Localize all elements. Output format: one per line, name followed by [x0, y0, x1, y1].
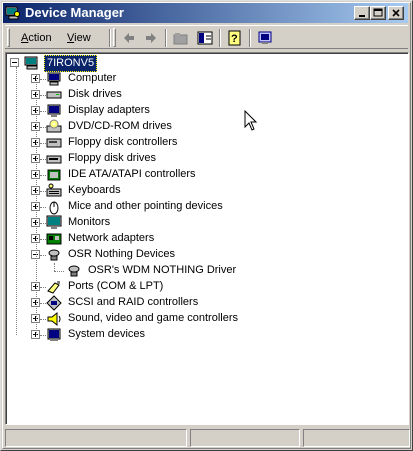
tree-category-10[interactable]: Network adapters	[46, 231, 404, 247]
tree-category-2[interactable]: Display adapters	[46, 103, 404, 119]
back-arrow-icon	[124, 33, 134, 43]
monitor-icon	[46, 215, 62, 229]
tree-node-label: Computer	[68, 72, 117, 84]
tree-category-0[interactable]: Computer	[46, 71, 404, 87]
toolbar-separator	[109, 29, 111, 47]
tree-connector-line	[54, 271, 64, 272]
console-tree-icon	[197, 31, 213, 45]
help-icon: ?	[228, 30, 241, 46]
tree-node-label: OSR's WDM NOTHING Driver	[88, 264, 237, 276]
computer-icon	[47, 72, 61, 86]
device-tree[interactable]: 7IRONV5 Computer Disk drives Display adapte…	[5, 52, 409, 425]
tree-node-label: Sound, video and game controllers	[68, 312, 238, 324]
tree-connector-line	[16, 67, 17, 335]
properties-icon	[258, 31, 272, 44]
cdrom-icon	[46, 119, 62, 133]
tree-node-label: Disk drives	[68, 88, 122, 100]
close-button[interactable]	[388, 6, 404, 20]
tree-node-label: Monitors	[68, 216, 111, 228]
status-pane	[190, 429, 300, 447]
tree-category-12[interactable]: Ports (COM & LPT)	[46, 279, 404, 295]
tree-node-label: OSR Nothing Devices	[68, 248, 175, 260]
minimize-button[interactable]	[354, 6, 370, 20]
up-folder-button[interactable]	[171, 29, 191, 47]
display-adapter-icon	[47, 104, 61, 117]
tree-category-8[interactable]: Mice and other pointing devices	[46, 199, 404, 215]
window-title: Device Manager	[25, 5, 124, 20]
tree-node-label: Floppy disk controllers	[68, 136, 178, 148]
tree-category-7[interactable]: Keyboards	[46, 183, 404, 199]
tree-category-3[interactable]: DVD/CD-ROM drives	[46, 119, 404, 135]
collapse-toggle[interactable]	[10, 58, 19, 67]
minimize-icon	[359, 15, 365, 17]
tree-node-label: Mice and other pointing devices	[68, 200, 223, 212]
maximize-icon	[373, 8, 383, 17]
tree-node-label: Network adapters	[68, 232, 155, 244]
root-computer-icon	[24, 56, 38, 70]
status-pane	[5, 429, 187, 447]
tree-category-4[interactable]: Floppy disk controllers	[46, 135, 404, 151]
sound-icon	[47, 311, 61, 327]
osr-device-icon	[68, 265, 80, 277]
device-manager-window: Device Manager Action View ? 7IRONV5 Com…	[0, 0, 413, 451]
show-hide-tree-button[interactable]	[195, 29, 215, 47]
ide-controller-icon	[47, 169, 61, 181]
floppy-drive-icon	[46, 155, 62, 164]
tree-category-6[interactable]: IDE ATA/ATAPI controllers	[46, 167, 404, 183]
tree-device-node[interactable]: OSR's WDM NOTHING Driver	[66, 263, 404, 279]
device-manager-icon	[5, 6, 20, 20]
toolbar-grip[interactable]	[7, 28, 10, 47]
tree-category-15[interactable]: System devices	[46, 327, 404, 343]
tree-node-label: Keyboards	[68, 184, 121, 196]
title-bar[interactable]: Device Manager	[3, 3, 408, 23]
scsi-icon	[46, 295, 62, 311]
svg-text:?: ?	[231, 33, 238, 45]
status-pane	[303, 429, 410, 447]
toolbar-grip[interactable]	[113, 28, 116, 47]
system-device-icon	[47, 328, 61, 341]
menu-action[interactable]: Action	[17, 30, 56, 46]
properties-button[interactable]	[255, 29, 275, 47]
disk-drive-icon	[46, 91, 62, 99]
floppy-controller-icon	[46, 138, 62, 148]
status-bar	[5, 429, 410, 447]
osr-device-icon	[48, 249, 60, 261]
forward-arrow-icon	[146, 33, 156, 43]
toolbar-separator	[219, 29, 221, 47]
maximize-button[interactable]	[370, 6, 386, 20]
keyboard-icon	[46, 183, 62, 197]
tree-node-label: System devices	[68, 328, 146, 340]
tree-node-label: Ports (COM & LPT)	[68, 280, 164, 292]
menu-view[interactable]: View	[63, 30, 95, 46]
tree-connector-line	[36, 75, 37, 335]
back-button[interactable]	[119, 29, 139, 47]
tree-root-node[interactable]: 7IRONV5	[24, 55, 404, 72]
mouse-icon	[49, 201, 59, 215]
toolbar: Action View ?	[5, 25, 408, 49]
toolbar-separator	[165, 29, 167, 47]
tree-node-label: Display adapters	[68, 104, 150, 116]
tree-category-13[interactable]: SCSI and RAID controllers	[46, 295, 404, 311]
tree-category-11[interactable]: OSR Nothing Devices	[46, 247, 404, 263]
toolbar-separator	[249, 29, 251, 47]
tree-node-label: 7IRONV5	[44, 55, 98, 72]
mouse-pointer-icon	[244, 110, 258, 131]
network-adapter-icon	[46, 233, 62, 245]
tree-node-label: Floppy disk drives	[68, 152, 157, 164]
tree-node-label: SCSI and RAID controllers	[68, 296, 199, 308]
up-folder-icon	[173, 33, 188, 45]
port-icon	[47, 281, 60, 294]
forward-button[interactable]	[141, 29, 161, 47]
tree-category-1[interactable]: Disk drives	[46, 87, 404, 103]
help-button[interactable]: ?	[225, 29, 245, 47]
tree-node-label: DVD/CD-ROM drives	[68, 120, 172, 132]
tree-connector-line	[54, 263, 55, 271]
tree-category-9[interactable]: Monitors	[46, 215, 404, 231]
tree-category-5[interactable]: Floppy disk drives	[46, 151, 404, 167]
tree-category-14[interactable]: Sound, video and game controllers	[46, 311, 404, 327]
tree-node-label: IDE ATA/ATAPI controllers	[68, 168, 196, 180]
close-icon	[392, 9, 400, 17]
